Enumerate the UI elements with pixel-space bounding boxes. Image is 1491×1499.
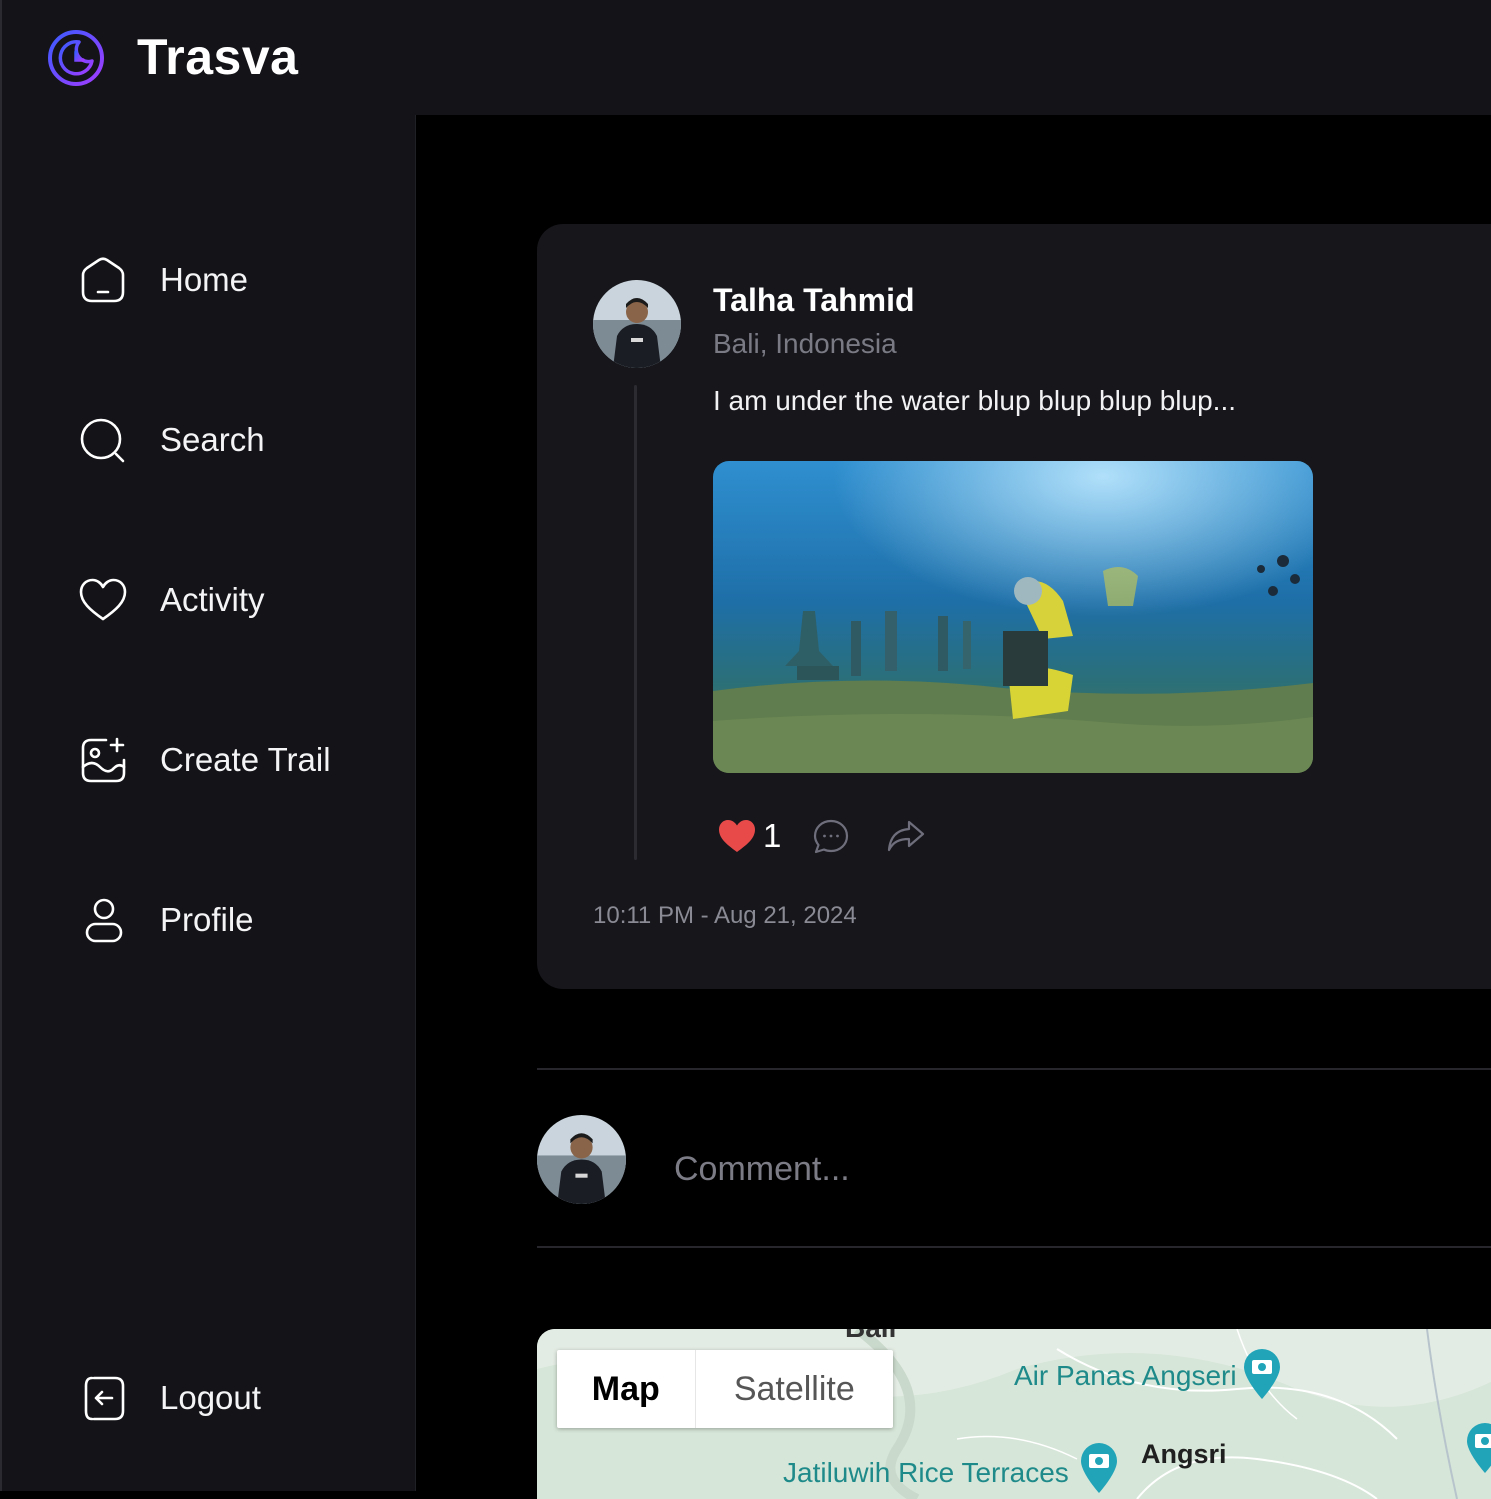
map[interactable]: Bali Map Satellite Air Panas Angseri Jat… [537,1329,1491,1499]
search-icon [78,415,128,465]
sidebar-item-label: Activity [160,581,265,618]
top-header: Trasva [0,0,1491,115]
user-icon [78,895,128,945]
share-icon[interactable] [886,816,926,856]
sidebar-item-label: Search [160,421,265,458]
moon-clock-logo-icon[interactable] [46,28,106,88]
heart-icon [78,575,128,625]
logout-icon [78,1373,128,1423]
satellite-view-button[interactable]: Satellite [696,1350,893,1428]
divider [537,1068,1491,1070]
comment-icon[interactable] [812,818,850,856]
map-place-label[interactable]: Jatiluwih Rice Terraces [783,1456,1069,1490]
post-image[interactable] [713,461,1313,773]
thread-line [634,385,637,860]
author-avatar[interactable] [593,280,681,368]
map-place-label[interactable]: Angsri [1141,1437,1227,1471]
sidebar-item-label: Logout [160,1379,261,1416]
map-place-label: Bali [845,1329,896,1345]
camera-pin-icon[interactable] [1077,1439,1121,1495]
map-place-label[interactable]: Air Panas Angseri [1014,1359,1237,1393]
post-location: Bali, Indonesia [713,328,897,359]
current-user-avatar[interactable] [537,1115,626,1204]
like-count: 1 [763,817,782,854]
like-heart-icon[interactable] [717,816,757,856]
map-view-button[interactable]: Map [557,1350,696,1428]
window-edge [0,0,2,1491]
divider [537,1246,1491,1248]
sidebar-item-label: Profile [160,901,254,938]
sidebar [0,115,416,1491]
post-author-name[interactable]: Talha Tahmid [713,280,915,320]
home-icon [78,255,128,305]
sidebar-item-activity[interactable]: Activity [78,571,398,627]
sidebar-item-label: Home [160,261,249,298]
sidebar-item-label: Create Trail [160,741,331,778]
sidebar-item-profile[interactable]: Profile [78,891,398,947]
sidebar-item-logout[interactable]: Logout [78,1369,398,1425]
comment-input[interactable] [672,1140,1476,1198]
sidebar-item-create-trail[interactable]: Create Trail [78,731,398,787]
post-text: I am under the water blup blup blup blup… [713,385,1237,416]
map-type-toggle: Map Satellite [557,1350,893,1428]
sidebar-item-search[interactable]: Search [78,411,398,467]
image-add-icon [78,735,128,785]
sidebar-item-home[interactable]: Home [78,251,398,307]
camera-pin-icon[interactable] [1240,1345,1284,1401]
camera-pin-icon[interactable] [1463,1419,1491,1475]
post-timestamp: 10:11 PM - Aug 21, 2024 [593,902,857,929]
app-brand[interactable]: Trasva [137,28,298,86]
